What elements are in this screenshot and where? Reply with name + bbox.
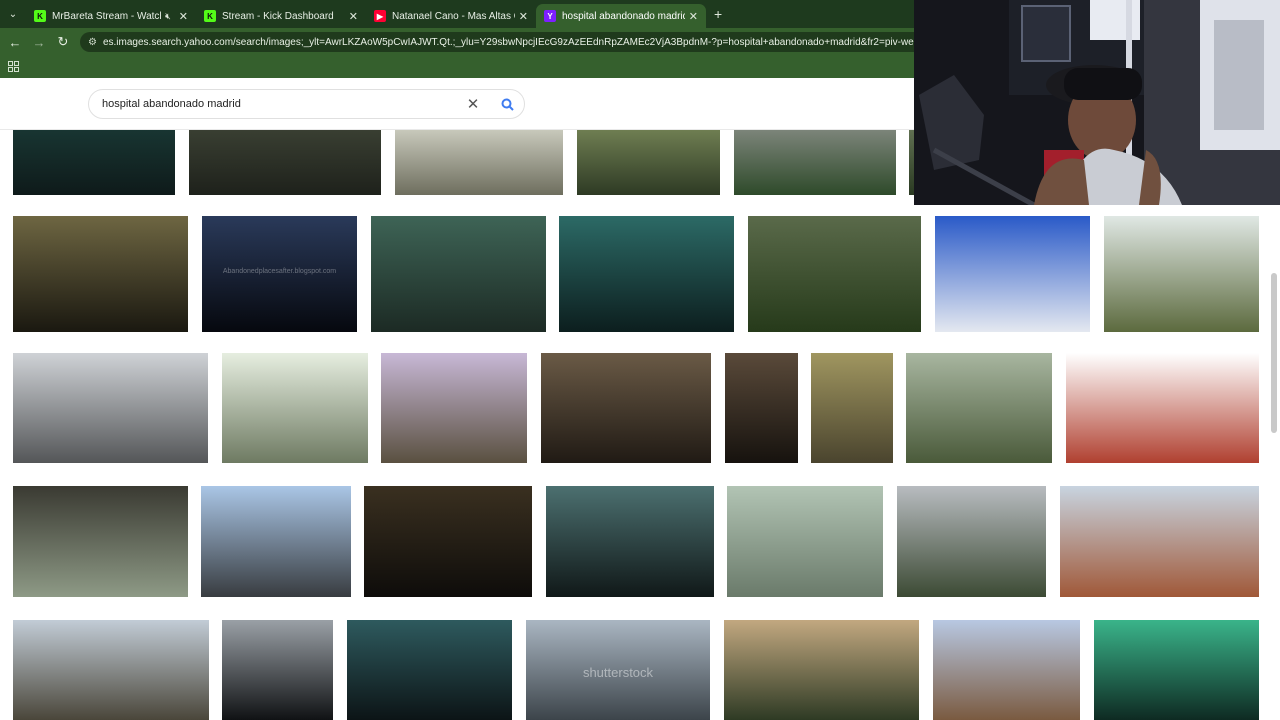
scrollbar-thumb[interactable] [1271,273,1277,433]
webcam-overlay [914,0,1280,205]
new-tab-button[interactable]: + [714,6,722,22]
image-result-thumbnail[interactable] [541,353,711,463]
image-result-thumbnail[interactable] [381,353,527,463]
image-result-thumbnail[interactable] [364,486,532,597]
close-tab-icon[interactable]: ✕ [689,10,698,23]
image-result-thumbnail[interactable] [1094,620,1259,720]
image-result-thumbnail[interactable] [724,620,919,720]
browser-tab[interactable]: Yhospital abandonado madrid - ✕ [536,4,706,28]
image-result-thumbnail[interactable] [933,620,1080,720]
image-result-thumbnail[interactable] [897,486,1046,597]
close-tab-icon[interactable]: ✕ [179,10,188,23]
image-result-thumbnail[interactable] [811,353,893,463]
image-result-thumbnail[interactable] [222,620,333,720]
image-result-thumbnail[interactable] [347,620,512,720]
image-result-thumbnail[interactable] [201,486,351,597]
search-box[interactable]: hospital abandonado madrid ✕ [88,89,525,119]
clear-icon[interactable]: ✕ [462,95,484,113]
close-tab-icon[interactable]: ✕ [519,10,528,23]
image-result-thumbnail[interactable] [559,216,734,332]
browser-tab[interactable]: ▶ Natanael Cano - Mas Altas Que ✕ [366,4,536,28]
image-result-thumbnail[interactable] [546,486,714,597]
image-watermark: shutterstock [582,665,654,680]
tab-title: Stream - Kick Dashboard [222,10,334,22]
close-tab-icon[interactable]: ✕ [349,10,358,23]
kick-icon: K [204,10,216,22]
image-result-thumbnail[interactable] [371,216,546,332]
tabs: K MrBareta Stream - Watch Li 🔇︎ ✕ K Stream - … [26,0,706,28]
reload-icon: ↻ [57,34,69,49]
image-result-thumbnail[interactable] [935,216,1090,332]
search-input[interactable]: hospital abandonado madrid [102,98,462,110]
yahoo-icon: Y [544,10,556,22]
back-button[interactable]: ← [3,30,27,54]
image-result-thumbnail[interactable]: shutterstock [526,620,710,720]
browser-tab[interactable]: K MrBareta Stream - Watch Li 🔇︎ ✕ [26,4,196,28]
tab-title: hospital abandonado madrid - [562,10,685,22]
image-result-thumbnail[interactable] [748,216,921,332]
search-icon[interactable] [494,91,520,117]
image-result-thumbnail[interactable] [1066,353,1259,463]
reload-button[interactable]: ↻ [51,30,75,54]
address-url: es.images.search.yahoo.com/search/images… [102,36,988,48]
image-result-thumbnail[interactable] [727,486,883,597]
image-result-thumbnail[interactable] [906,353,1052,463]
image-result-thumbnail[interactable] [725,353,798,463]
back-arrow-icon: ← [8,34,22,50]
site-info-icon[interactable]: ⚙ [88,37,97,48]
browser-tab[interactable]: K Stream - Kick Dashboard ✕ [196,4,366,28]
forward-button[interactable]: → [27,30,51,54]
image-watermark: Abandonedplacesafter.blogspot.com [222,268,337,276]
image-result-thumbnail[interactable] [222,353,368,463]
tab-search-button[interactable]: ⌄ [0,0,26,28]
image-result-thumbnail[interactable] [13,486,188,597]
image-result-thumbnail[interactable] [13,353,208,463]
image-result-thumbnail[interactable] [1060,486,1259,597]
image-result-thumbnail[interactable] [1104,216,1259,332]
youtube-icon: ▶ [374,10,386,22]
tab-title: MrBareta Stream - Watch Li [52,10,161,22]
image-result-thumbnail[interactable] [13,620,209,720]
kick-icon: K [34,10,46,22]
forward-arrow-icon: → [32,34,46,50]
muted-speaker-icon[interactable]: 🔇︎ [165,11,171,22]
apps-grid-icon[interactable] [8,61,19,72]
image-result-thumbnail[interactable]: Abandonedplacesafter.blogspot.com [202,216,357,332]
chevron-down-icon: ⌄ [8,8,18,20]
tab-title: Natanael Cano - Mas Altas Que [392,10,515,22]
image-result-thumbnail[interactable] [13,216,188,332]
screen: ⌄ K MrBareta Stream - Watch Li 🔇︎ ✕ K Stream … [0,0,1280,720]
